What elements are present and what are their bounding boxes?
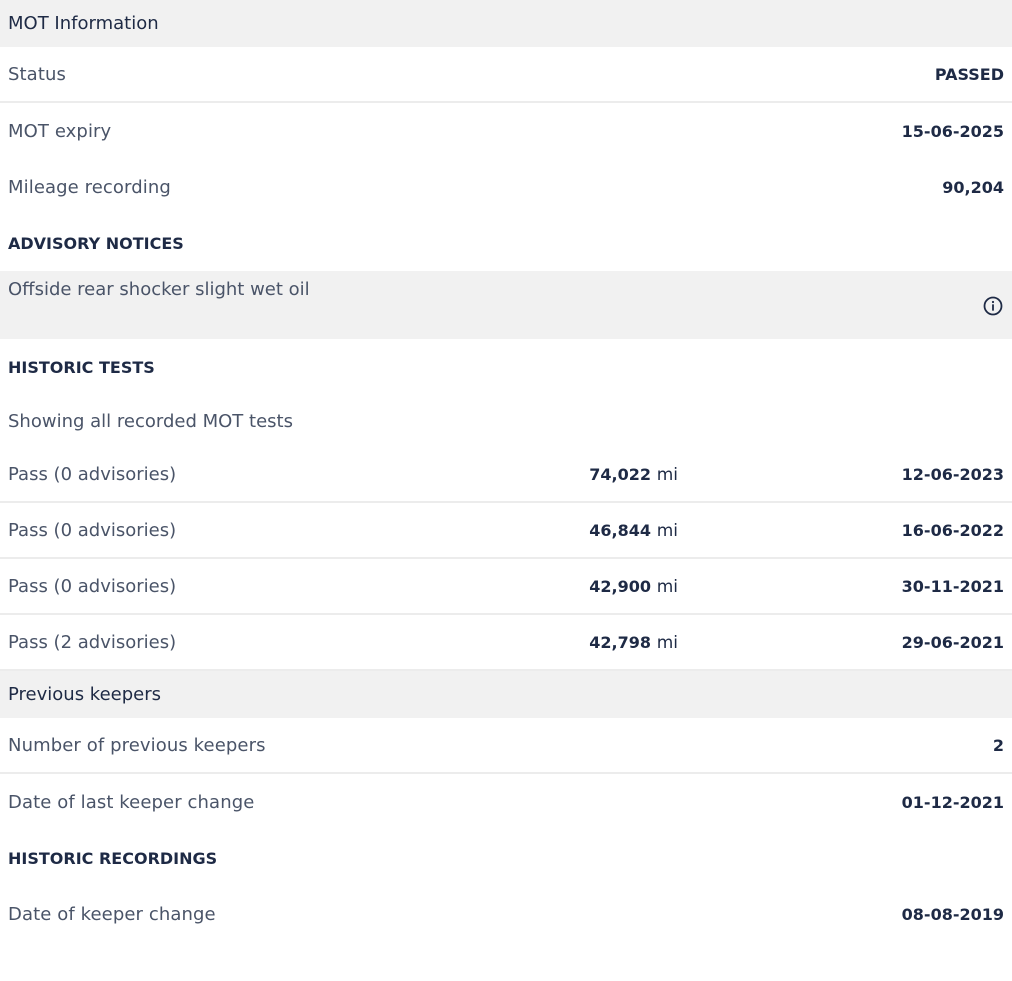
last-keeper-change-row: Date of last keeper change 01-12-2021 [0, 774, 1012, 830]
mot-status-label: Status [8, 63, 66, 85]
test-row: Pass (2 advisories) 42,798 mi 29-06-2021 [0, 615, 1012, 671]
test-mileage: 46,844 mi [478, 520, 678, 541]
test-result: Pass (0 advisories) [8, 519, 177, 541]
mileage-unit: mi [656, 632, 678, 653]
historic-tests-heading: HISTORIC TESTS [8, 357, 155, 377]
previous-keepers-count-value: 2 [992, 735, 1004, 755]
mileage-recording-row: Mileage recording 90,204 [0, 159, 1012, 215]
keeper-change-date-label: Date of keeper change [8, 903, 216, 925]
historic-tests-description: Showing all recorded MOT tests [8, 410, 293, 432]
keeper-change-date-row: Date of keeper change 08-08-2019 [0, 886, 1012, 942]
test-result: Pass (0 advisories) [8, 463, 177, 485]
test-date: 30-11-2021 [901, 576, 1004, 596]
mileage-recording-label: Mileage recording [8, 176, 171, 198]
mileage-unit: mi [656, 520, 678, 541]
mot-section-title: MOT Information [8, 13, 159, 34]
mileage-unit: mi [656, 576, 678, 597]
keeper-change-date-value: 08-08-2019 [901, 904, 1004, 924]
mot-expiry-value: 15-06-2025 [901, 121, 1004, 141]
mot-status-value: PASSED [934, 64, 1004, 84]
test-mileage: 74,022 mi [478, 464, 678, 485]
test-mileage-value: 74,022 [589, 464, 651, 484]
test-date: 12-06-2023 [901, 464, 1004, 484]
test-mileage-value: 42,900 [589, 576, 651, 596]
vehicle-history-page: MOT Information Status PASSED MOT expiry… [0, 0, 1012, 981]
test-result: Pass (0 advisories) [8, 575, 177, 597]
mileage-recording-value: 90,204 [942, 177, 1004, 197]
last-keeper-change-label: Date of last keeper change [8, 791, 255, 813]
previous-keepers-count-label: Number of previous keepers [8, 734, 266, 756]
mileage-unit: mi [656, 464, 678, 485]
test-mileage: 42,900 mi [478, 576, 678, 597]
advisory-notices-heading: ADVISORY NOTICES [8, 233, 184, 253]
advisory-notice-item: Offside rear shocker slight wet oil [0, 271, 1012, 339]
test-row: Pass (0 advisories) 74,022 mi 12-06-2023 [0, 447, 1012, 503]
advisory-notice-text: Offside rear shocker slight wet oil [8, 279, 310, 300]
mot-status-row: Status PASSED [0, 47, 1012, 103]
keepers-section-header: Previous keepers [0, 671, 1012, 718]
test-mileage-value: 46,844 [589, 520, 651, 540]
historic-recordings-heading: HISTORIC RECORDINGS [8, 848, 218, 868]
keepers-section-title: Previous keepers [8, 684, 161, 705]
mot-expiry-label: MOT expiry [8, 120, 112, 142]
mot-expiry-row: MOT expiry 15-06-2025 [0, 103, 1012, 159]
test-result: Pass (2 advisories) [8, 631, 177, 653]
info-icon[interactable] [982, 295, 1004, 317]
test-date: 16-06-2022 [901, 520, 1004, 540]
last-keeper-change-value: 01-12-2021 [901, 792, 1004, 812]
test-row: Pass (0 advisories) 46,844 mi 16-06-2022 [0, 503, 1012, 559]
test-mileage-value: 42,798 [589, 632, 651, 652]
test-mileage: 42,798 mi [478, 632, 678, 653]
mot-section-header: MOT Information [0, 0, 1012, 47]
test-date: 29-06-2021 [901, 632, 1004, 652]
previous-keepers-count-row: Number of previous keepers 2 [0, 718, 1012, 774]
test-row: Pass (0 advisories) 42,900 mi 30-11-2021 [0, 559, 1012, 615]
